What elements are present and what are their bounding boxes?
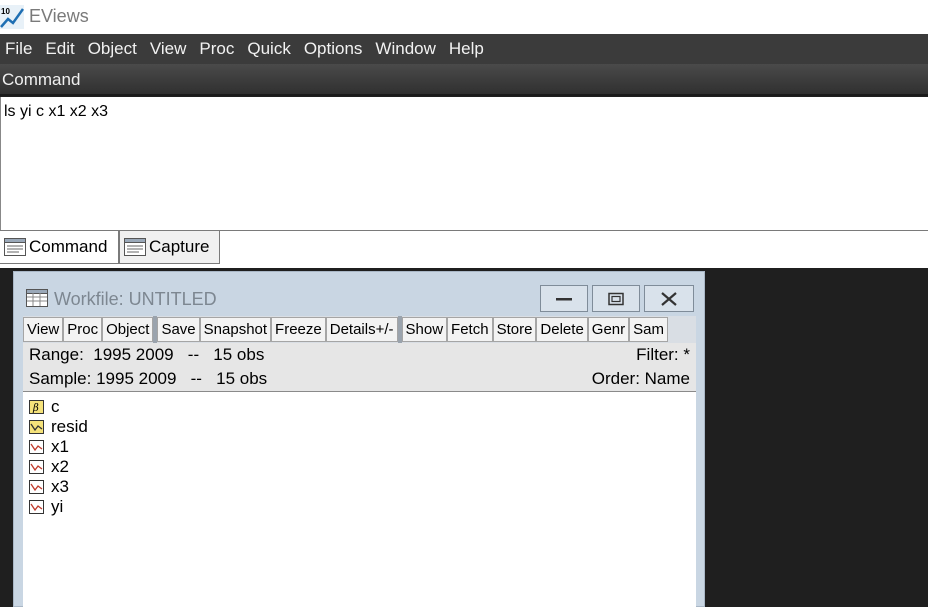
object-name: x2 [51, 457, 69, 476]
workfile-title: Workfile: UNTITLED [54, 289, 217, 309]
order-label[interactable]: Order: Name [592, 367, 690, 391]
command-input-area[interactable]: ls yi c x1 x2 x3 [0, 97, 928, 230]
tab-capture[interactable]: Capture [119, 231, 220, 264]
series-icon [29, 480, 44, 494]
details-button[interactable]: Details+/- [325, 317, 398, 342]
menu-proc[interactable]: Proc [193, 34, 241, 64]
view-button[interactable]: View [23, 317, 64, 342]
command-text[interactable]: ls yi c x1 x2 x3 [4, 103, 108, 121]
sample-button[interactable]: Sam [629, 317, 668, 342]
freeze-button[interactable]: Freeze [271, 317, 326, 342]
filter-label[interactable]: Filter: * [636, 343, 690, 367]
proc-button[interactable]: Proc [63, 317, 103, 342]
command-tab-strip: Command Capture [0, 230, 928, 268]
close-icon [661, 291, 677, 306]
workfile-icon [26, 289, 48, 307]
list-item-c[interactable]: β c [29, 397, 60, 417]
minimize-icon [556, 297, 572, 300]
genr-button[interactable]: Genr [587, 317, 630, 342]
app-title: EViews [29, 6, 89, 26]
tab-capture-label: Capture [149, 237, 210, 256]
menu-quick[interactable]: Quick [241, 34, 297, 64]
title-bar: 10 EViews [0, 0, 928, 34]
workfile-window[interactable]: Workfile: UNTITLED View Proc Object Save… [13, 271, 705, 607]
series-icon [29, 440, 44, 454]
object-name: yi [51, 497, 64, 516]
menu-object[interactable]: Object [81, 34, 143, 64]
workfile-info-panel: Range: 1995 2009 -- 15 obs Filter: * Sam… [23, 343, 696, 391]
menu-edit[interactable]: Edit [39, 34, 81, 64]
close-button[interactable] [644, 285, 694, 312]
menu-view[interactable]: View [143, 34, 193, 64]
maximize-icon [608, 292, 624, 305]
delete-button[interactable]: Delete [536, 317, 588, 342]
eviews-logo-icon: 10 [0, 5, 24, 29]
range-label[interactable]: Range: 1995 2009 -- 15 obs [29, 343, 264, 367]
list-item-resid[interactable]: resid [29, 417, 88, 437]
tab-command-label: Command [29, 237, 108, 256]
object-name: x3 [51, 477, 69, 496]
series-icon [29, 420, 44, 434]
show-button[interactable]: Show [401, 317, 448, 342]
fetch-button[interactable]: Fetch [447, 317, 493, 342]
capture-window-icon [124, 238, 146, 256]
tab-command[interactable]: Command [0, 231, 119, 264]
coef-icon: β [29, 400, 44, 414]
list-item-x2[interactable]: x2 [29, 457, 69, 477]
svg-text:10: 10 [1, 7, 10, 16]
object-name: resid [51, 417, 88, 436]
menu-window[interactable]: Window [369, 34, 442, 64]
command-window-icon [4, 238, 26, 256]
menu-file[interactable]: File [3, 34, 39, 64]
list-item-x1[interactable]: x1 [29, 437, 69, 457]
svg-text:β: β [32, 403, 39, 414]
object-name: x1 [51, 437, 69, 456]
menu-bar: File Edit Object View Proc Quick Options… [0, 34, 928, 64]
command-pane-title: Command [2, 70, 81, 89]
sample-label[interactable]: Sample: 1995 2009 -- 15 obs [29, 367, 267, 391]
command-pane-header: Command [0, 64, 928, 96]
series-icon [29, 500, 44, 514]
snapshot-button[interactable]: Snapshot [199, 317, 272, 342]
object-name: c [51, 397, 60, 416]
menu-help[interactable]: Help [442, 34, 490, 64]
menu-options[interactable]: Options [297, 34, 369, 64]
store-button[interactable]: Store [492, 317, 537, 342]
object-button[interactable]: Object [102, 317, 154, 342]
list-item-x3[interactable]: x3 [29, 477, 69, 497]
workfile-object-list: β c resid x1 x2 x3 yi [23, 391, 696, 607]
workfile-toolbar: View Proc Object Save Snapshot Freeze De… [23, 316, 696, 343]
minimize-button[interactable] [540, 285, 588, 312]
series-icon [29, 460, 44, 474]
save-button[interactable]: Save [157, 317, 200, 342]
list-item-yi[interactable]: yi [29, 497, 63, 517]
maximize-button[interactable] [592, 285, 640, 312]
